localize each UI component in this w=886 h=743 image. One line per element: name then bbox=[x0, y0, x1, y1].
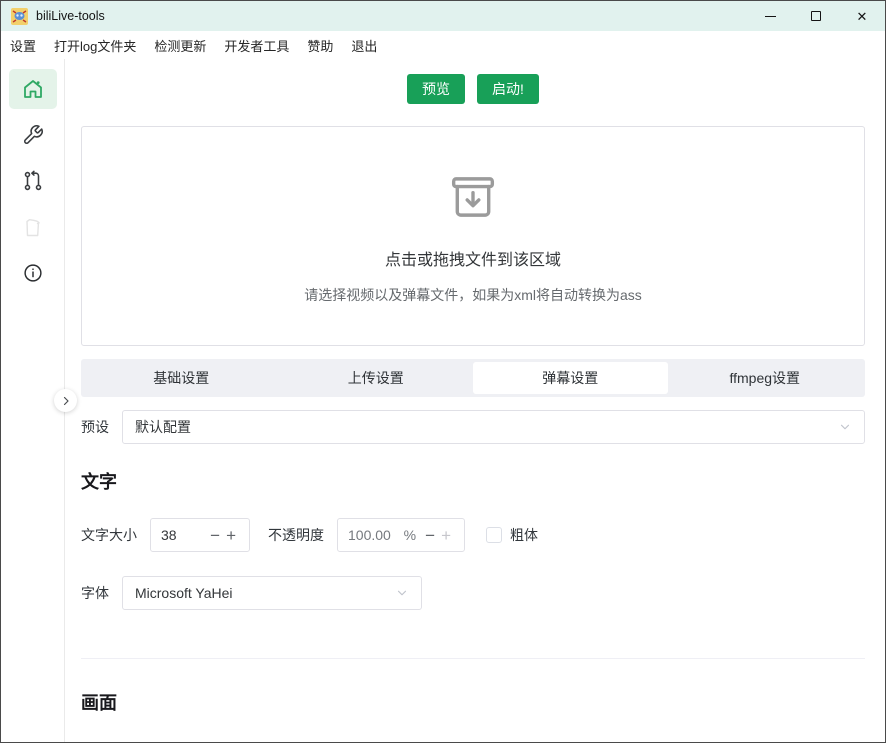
preset-label: 预设 bbox=[81, 417, 109, 437]
text-controls-row: 文字大小 − + 不透明度 % − + 粗体 bbox=[81, 518, 865, 552]
maximize-button[interactable] bbox=[793, 1, 839, 31]
opacity-input: % − + bbox=[337, 518, 465, 552]
bold-label: 粗体 bbox=[510, 525, 538, 545]
chevron-right-icon bbox=[60, 395, 72, 407]
chevron-down-icon bbox=[838, 420, 852, 434]
menu-devtools[interactable]: 开发者工具 bbox=[224, 36, 289, 55]
content: 预览 启动! 点击或拖拽文件到该区域 请选择视频以及弹幕文件，如果为xml将自动… bbox=[65, 59, 885, 742]
info-icon bbox=[22, 262, 44, 284]
preset-select[interactable]: 默认配置 bbox=[122, 410, 865, 444]
chevron-down-icon bbox=[395, 586, 409, 600]
bold-checkbox[interactable] bbox=[486, 527, 502, 543]
sidebar-collapse-button[interactable] bbox=[54, 389, 77, 412]
opacity-unit: % bbox=[404, 527, 416, 543]
font-size-value[interactable] bbox=[161, 527, 207, 543]
tab-danmaku-settings[interactable]: 弹幕设置 bbox=[473, 362, 668, 394]
app-icon bbox=[11, 8, 28, 25]
main-area: 预览 启动! 点击或拖拽文件到该区域 请选择视频以及弹幕文件，如果为xml将自动… bbox=[1, 59, 885, 742]
tab-ffmpeg-settings[interactable]: ffmpeg设置 bbox=[668, 362, 863, 394]
minimize-icon bbox=[765, 16, 776, 17]
font-family-select[interactable]: Microsoft YaHei bbox=[122, 576, 422, 610]
font-family-row: 字体 Microsoft YaHei bbox=[81, 576, 865, 610]
menu-exit[interactable]: 退出 bbox=[351, 36, 377, 55]
menu-open-log-folder[interactable]: 打开log文件夹 bbox=[54, 36, 136, 55]
window-controls: ✕ bbox=[747, 1, 885, 31]
wrench-icon bbox=[22, 124, 44, 146]
sidebar-item-clip[interactable] bbox=[9, 207, 57, 247]
git-pull-request-icon bbox=[22, 170, 44, 192]
font-family-label: 字体 bbox=[81, 583, 109, 603]
app-window: biliLive-tools ✕ 设置 打开log文件夹 检测更新 开发者工具 … bbox=[0, 0, 886, 743]
maximize-icon bbox=[811, 11, 821, 21]
archive-inbox-icon bbox=[444, 168, 502, 226]
sidebar-item-home[interactable] bbox=[9, 69, 57, 109]
menu-settings[interactable]: 设置 bbox=[10, 36, 36, 55]
preset-value: 默认配置 bbox=[135, 417, 191, 437]
preset-row: 预设 默认配置 bbox=[81, 410, 865, 444]
menu-sponsor[interactable]: 赞助 bbox=[307, 36, 333, 55]
tab-upload-settings[interactable]: 上传设置 bbox=[279, 362, 474, 394]
sidebar-item-workflow[interactable] bbox=[9, 161, 57, 201]
dropzone-title: 点击或拖拽文件到该区域 bbox=[385, 246, 561, 270]
canvas-section-heading: 画面 bbox=[81, 689, 865, 715]
font-size-label: 文字大小 bbox=[81, 525, 137, 545]
opacity-value[interactable] bbox=[348, 527, 404, 543]
font-size-increase-button[interactable]: + bbox=[223, 527, 239, 544]
clip-icon bbox=[21, 215, 45, 239]
menu-check-update[interactable]: 检测更新 bbox=[154, 36, 206, 55]
opacity-increase-button[interactable]: + bbox=[438, 527, 454, 544]
file-dropzone[interactable]: 点击或拖拽文件到该区域 请选择视频以及弹幕文件，如果为xml将自动转换为ass bbox=[81, 126, 865, 346]
text-section-heading: 文字 bbox=[81, 468, 865, 494]
font-size-input: − + bbox=[150, 518, 250, 552]
sidebar-item-tools[interactable] bbox=[9, 115, 57, 155]
opacity-decrease-button[interactable]: − bbox=[422, 527, 438, 544]
sidebar-item-about[interactable] bbox=[9, 253, 57, 293]
action-buttons: 预览 启动! bbox=[81, 74, 865, 104]
preview-button[interactable]: 预览 bbox=[407, 74, 465, 104]
opacity-label: 不透明度 bbox=[268, 525, 324, 545]
dropzone-hint: 请选择视频以及弹幕文件，如果为xml将自动转换为ass bbox=[304, 285, 642, 305]
close-icon: ✕ bbox=[857, 10, 868, 23]
tab-basic-settings[interactable]: 基础设置 bbox=[84, 362, 279, 394]
minimize-button[interactable] bbox=[747, 1, 793, 31]
window-title: biliLive-tools bbox=[36, 9, 105, 23]
settings-tabs: 基础设置 上传设置 弹幕设置 ffmpeg设置 bbox=[81, 359, 865, 397]
font-family-value: Microsoft YaHei bbox=[135, 585, 233, 601]
close-button[interactable]: ✕ bbox=[839, 1, 885, 31]
font-size-decrease-button[interactable]: − bbox=[207, 527, 223, 544]
start-button[interactable]: 启动! bbox=[477, 74, 539, 104]
home-icon bbox=[21, 77, 45, 101]
menubar: 设置 打开log文件夹 检测更新 开发者工具 赞助 退出 bbox=[1, 31, 885, 59]
titlebar: biliLive-tools ✕ bbox=[1, 1, 885, 31]
section-divider bbox=[81, 658, 865, 659]
